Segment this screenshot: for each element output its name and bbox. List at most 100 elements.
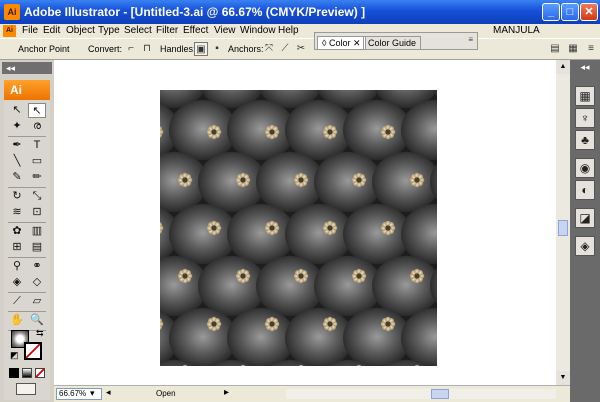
menu-file[interactable]: File: [22, 24, 38, 38]
scroll-up-arrow[interactable]: ▲: [556, 60, 570, 74]
menu-edit[interactable]: Edit: [43, 24, 60, 38]
tuft-cushion: [372, 256, 437, 316]
scale-tool[interactable]: ⤡: [28, 189, 46, 204]
document-setup-icon[interactable]: ▤: [548, 42, 562, 56]
tuft-cushion: [314, 152, 382, 212]
swap-fill-stroke-icon[interactable]: ⇆: [36, 328, 44, 339]
document-canvas[interactable]: [54, 60, 556, 385]
blend-tool[interactable]: ⚭: [28, 259, 46, 274]
zoom-value: 66.67%: [59, 389, 87, 398]
convert-to-smooth-icon[interactable]: ⊓: [140, 42, 154, 56]
stroke-swatch[interactable]: [24, 342, 42, 360]
tuft-cushion: [227, 204, 295, 264]
mesh-tool[interactable]: ⊞: [8, 240, 26, 255]
tool-group-divider: [8, 136, 46, 137]
hide-handles-icon[interactable]: ▪: [210, 42, 224, 56]
live-paint-selection-tool[interactable]: ◇: [28, 275, 46, 290]
line-segment-tool[interactable]: ╲: [8, 154, 26, 169]
paintbrush-tool[interactable]: ✎: [8, 170, 26, 185]
zoom-tool[interactable]: 🔍: [28, 313, 46, 328]
menu-effect[interactable]: Effect: [183, 24, 208, 38]
maximize-button[interactable]: □: [561, 3, 579, 21]
swatches-panel-icon[interactable]: ▦: [575, 86, 595, 106]
status-menu-arrow[interactable]: ▸: [224, 387, 229, 398]
selection-tool[interactable]: ↖: [8, 103, 26, 118]
tuft-cushion: [198, 152, 266, 212]
tool-group-divider: [8, 292, 46, 293]
warp-tool[interactable]: ≋: [8, 205, 26, 220]
menu-select[interactable]: Select: [124, 24, 152, 38]
slice-tool[interactable]: ⟋: [8, 294, 26, 309]
menu-help[interactable]: Help: [278, 24, 299, 38]
tuft-button: [322, 220, 338, 236]
pencil-tool[interactable]: ✏: [28, 170, 46, 185]
cut-path-icon[interactable]: ✂: [294, 42, 308, 56]
eyedropper-tool[interactable]: ⚲: [8, 259, 26, 274]
tuft-button: [351, 268, 367, 284]
tab-color[interactable]: ◊ Color ✕: [317, 36, 366, 49]
tuft-button: [380, 124, 396, 140]
appearance-panel-icon[interactable]: ◐: [575, 180, 595, 200]
minimize-button[interactable]: _: [542, 3, 560, 21]
magic-wand-tool[interactable]: ✦: [8, 119, 26, 134]
symbol-sprayer-tool[interactable]: ✿: [8, 224, 26, 239]
remove-anchor-icon[interactable]: ⤧: [262, 42, 276, 56]
horizontal-scroll-thumb[interactable]: [431, 389, 449, 399]
menu-type[interactable]: Type: [98, 24, 120, 38]
column-graph-tool[interactable]: ▥: [28, 224, 46, 239]
default-fill-stroke-icon[interactable]: ◩: [10, 350, 19, 361]
menu-object[interactable]: Object: [66, 24, 95, 38]
tools-panel-collapse[interactable]: ◂◂: [2, 62, 52, 74]
menu-app-icon[interactable]: Ai: [3, 25, 16, 37]
pen-tool[interactable]: ✒: [8, 138, 26, 153]
scroll-down-arrow[interactable]: ▼: [556, 371, 570, 385]
direct-selection-tool[interactable]: ↖: [28, 103, 46, 118]
control-bar: Anchor Point Convert: ⌐ ⊓ Handles: ▣ ▪ A…: [0, 38, 600, 60]
zoom-dropdown-icon[interactable]: ▾: [90, 388, 95, 399]
live-paint-bucket-tool[interactable]: ◈: [8, 275, 26, 290]
horizontal-scrollbar[interactable]: [286, 389, 556, 399]
tab-color-guide[interactable]: Color Guide: [363, 36, 422, 49]
lasso-tool[interactable]: ര: [28, 119, 46, 134]
panel-menu-icon[interactable]: ≡: [468, 35, 473, 44]
menu-window[interactable]: Window: [240, 24, 276, 38]
rotate-tool[interactable]: ↻: [8, 189, 26, 204]
color-panel[interactable]: ◊ Color ✕ Color Guide ≡: [314, 32, 478, 50]
close-button[interactable]: ✕: [580, 3, 598, 21]
screen-mode-button[interactable]: [16, 383, 36, 395]
symbols-panel-icon[interactable]: ♣: [575, 130, 595, 150]
app-icon[interactable]: Ai: [4, 4, 20, 20]
vertical-scroll-thumb[interactable]: [558, 220, 568, 236]
free-transform-tool[interactable]: ⊡: [28, 205, 46, 220]
vertical-scrollbar[interactable]: ▲ ▼: [556, 60, 570, 385]
stroke-panel-icon[interactable]: ◉: [575, 158, 595, 178]
title-bar: Ai Adobe Illustrator - [Untitled-3.ai @ …: [0, 0, 600, 24]
tufted-leather-artwork[interactable]: [160, 90, 437, 366]
dock-collapse[interactable]: ◂◂: [570, 62, 600, 72]
type-tool[interactable]: T: [28, 138, 46, 153]
tool-group-divider: [8, 187, 46, 188]
control-panel-menu-icon[interactable]: ≡: [584, 42, 598, 56]
none-mode-button[interactable]: [35, 368, 45, 378]
color-mode-button[interactable]: [9, 368, 19, 378]
convert-to-corner-icon[interactable]: ⌐: [124, 42, 138, 56]
gradient-tool[interactable]: ▤: [28, 240, 46, 255]
hand-tool[interactable]: ✋: [8, 313, 26, 328]
graphic-styles-panel-icon[interactable]: ◪: [575, 208, 595, 228]
tuft-button: [206, 316, 222, 332]
show-handles-icon[interactable]: ▣: [194, 42, 208, 56]
artboard-prev-icon[interactable]: ◂: [106, 387, 111, 398]
eraser-tool[interactable]: ▱: [28, 294, 46, 309]
zoom-field[interactable]: 66.67%: [56, 388, 102, 400]
layers-panel-icon[interactable]: ◈: [575, 236, 595, 256]
connect-anchors-icon[interactable]: ⟋: [278, 42, 292, 56]
gradient-mode-button[interactable]: [22, 368, 32, 378]
menu-filter[interactable]: Filter: [156, 24, 178, 38]
ai-badge: Ai: [4, 80, 50, 100]
tool-group-divider: [8, 222, 46, 223]
arrange-documents-icon[interactable]: ▦: [566, 42, 580, 56]
tool-group-divider: [8, 257, 46, 258]
brushes-panel-icon[interactable]: ♆: [575, 108, 595, 128]
menu-view[interactable]: View: [214, 24, 236, 38]
rectangle-tool[interactable]: ▭: [28, 154, 46, 169]
